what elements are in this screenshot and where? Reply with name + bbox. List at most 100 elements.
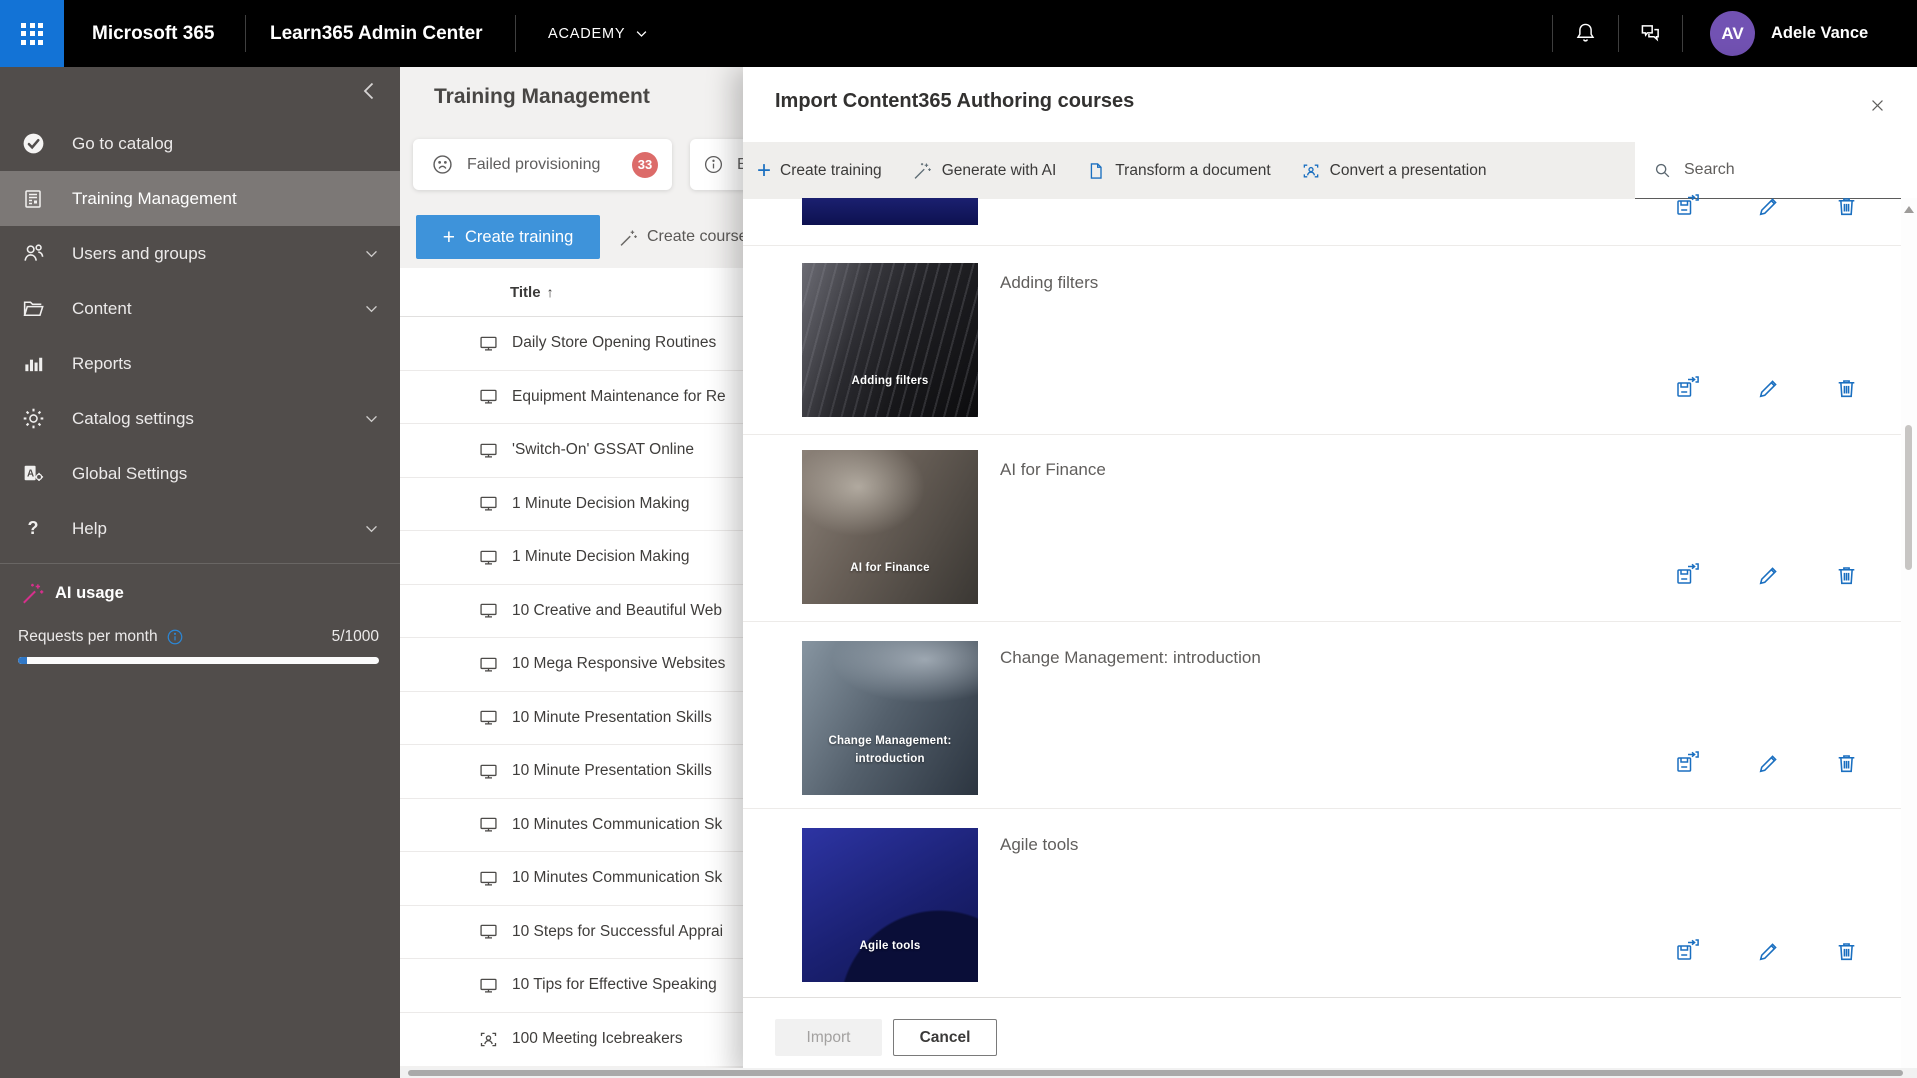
separator (515, 15, 516, 52)
import-course-button[interactable] (1674, 192, 1702, 220)
create-training-button[interactable]: + Create training (416, 215, 600, 259)
failed-provisioning-chip[interactable]: Failed provisioning 33 (413, 139, 672, 190)
notifications-button[interactable] (1562, 0, 1608, 67)
sidebar-item-training-management[interactable]: Training Management (0, 171, 400, 226)
course-thumbnail[interactable]: Adding filters (802, 263, 978, 417)
title-column-header[interactable]: Title ↑ (510, 284, 554, 301)
sidebar-item-label: Help (72, 518, 107, 538)
divider (743, 434, 1917, 435)
monitor-icon (478, 975, 499, 996)
thumbnail-caption: AI for Finance (850, 562, 930, 575)
feedback-button[interactable] (1627, 0, 1673, 67)
import-course-button[interactable] (1674, 749, 1702, 777)
import-course-button[interactable] (1674, 374, 1702, 402)
product-name[interactable]: Microsoft 365 (92, 0, 214, 67)
scroll-up-arrow-icon[interactable] (1904, 206, 1914, 213)
chevron-down-icon (363, 520, 380, 537)
scrollbar-thumb[interactable] (1905, 425, 1912, 570)
sidebar-item-go-to-catalog[interactable]: Go to catalog (0, 116, 400, 171)
sidebar-item-label: Go to catalog (72, 133, 174, 153)
edit-course-button[interactable] (1754, 561, 1782, 589)
transform-document-button[interactable]: Transform a document (1086, 161, 1271, 181)
create-course-label: Create course (647, 228, 748, 245)
dialog-create-training-button[interactable]: + Create training (757, 158, 882, 183)
sidebar-item-label: Content (72, 298, 132, 318)
user-menu[interactable]: AV (1710, 11, 1755, 56)
course-thumbnail[interactable]: Change Management: introduction (802, 641, 978, 795)
sort-ascending-icon: ↑ (546, 284, 554, 300)
separator (1618, 15, 1619, 52)
convert-presentation-button[interactable]: Convert a presentation (1301, 161, 1486, 181)
divider (743, 245, 1917, 246)
import-button[interactable]: Import (775, 1019, 882, 1056)
course-thumbnail[interactable]: AI for Finance (802, 450, 978, 604)
search-icon (1653, 161, 1672, 180)
search-box[interactable] (1635, 142, 1917, 199)
sidebar-item-reports[interactable]: Reports (0, 336, 400, 391)
info-icon[interactable] (166, 628, 184, 646)
delete-course-button[interactable] (1832, 749, 1860, 777)
monitor-icon (478, 814, 499, 835)
divider (743, 621, 1917, 622)
requests-progress-bar (18, 657, 379, 664)
person-frame-icon (1301, 161, 1321, 181)
question-icon: ? (27, 518, 39, 538)
monitor-icon (478, 707, 499, 728)
requests-row: Requests per month 5/1000 (18, 628, 379, 646)
import-course-button[interactable] (1674, 561, 1702, 589)
edit-course-button[interactable] (1754, 192, 1782, 220)
import-course-button[interactable] (1674, 937, 1702, 965)
chevron-down-icon (634, 26, 649, 41)
thumbnail-caption: Agile tools (859, 940, 921, 953)
edit-course-button[interactable] (1754, 749, 1782, 777)
ai-usage-section: AI usage Requests per month 5/1000 (0, 563, 400, 683)
close-button[interactable] (1861, 89, 1893, 121)
separator (1682, 15, 1683, 52)
chevron-down-icon (363, 410, 380, 427)
sidebar-item-global-settings[interactable]: A Global Settings (0, 446, 400, 501)
dialog-command-bar: + Create training Generate with AI Trans… (743, 142, 1917, 199)
folder-icon (20, 296, 46, 322)
thumbnail-caption: Adding filters (851, 375, 929, 388)
monitor-icon (478, 493, 499, 514)
app-launcher-button[interactable] (0, 0, 64, 67)
edit-course-button[interactable] (1754, 374, 1782, 402)
dialog-footer: Import Cancel (743, 997, 1917, 1078)
sidebar-item-label: Reports (72, 353, 132, 373)
sidebar-menu: Go to catalog Training Management Users … (0, 116, 400, 556)
sidebar-nav: Go to catalog Training Management Users … (0, 67, 400, 1078)
delete-course-button[interactable] (1832, 561, 1860, 589)
create-course-button[interactable]: Create course (618, 215, 748, 259)
delete-course-button[interactable] (1832, 374, 1860, 402)
monitor-icon (478, 868, 499, 889)
edit-course-button[interactable] (1754, 937, 1782, 965)
delete-course-button[interactable] (1832, 192, 1860, 220)
users-icon (20, 241, 46, 267)
delete-course-button[interactable] (1832, 937, 1860, 965)
wand-icon (618, 227, 639, 248)
generate-with-ai-button[interactable]: Generate with AI (912, 160, 1056, 181)
sidebar-item-content[interactable]: Content (0, 281, 400, 336)
course-thumbnail[interactable]: Agile tools (802, 828, 978, 982)
monitor-icon (478, 440, 499, 461)
tenant-selector[interactable]: ACADEMY (548, 0, 649, 67)
course-thumbnail-partial[interactable] (802, 198, 978, 225)
dialog-scrollbar[interactable] (1901, 198, 1917, 1078)
sidebar-collapse-button[interactable] (352, 73, 388, 109)
sidebar-item-catalog-settings[interactable]: Catalog settings (0, 391, 400, 446)
app-name[interactable]: Learn365 Admin Center (270, 0, 483, 67)
catalog-check-icon (20, 131, 46, 157)
user-name: Adele Vance (1771, 24, 1869, 42)
cancel-button[interactable]: Cancel (893, 1019, 997, 1056)
monitor-icon (478, 547, 499, 568)
course-title: AI for Finance (1000, 460, 1106, 479)
horizontal-scrollbar[interactable] (400, 1068, 1917, 1078)
info-icon (703, 154, 724, 175)
sidebar-item-help[interactable]: ? Help (0, 501, 400, 556)
scrollbar-thumb[interactable] (408, 1070, 1903, 1076)
monitor-icon (478, 333, 499, 354)
import-courses-dialog: Import Content365 Authoring courses + Cr… (743, 67, 1917, 1078)
search-input[interactable] (1682, 160, 1882, 180)
wand-sparkle-icon (20, 580, 46, 606)
sidebar-item-users-and-groups[interactable]: Users and groups (0, 226, 400, 281)
